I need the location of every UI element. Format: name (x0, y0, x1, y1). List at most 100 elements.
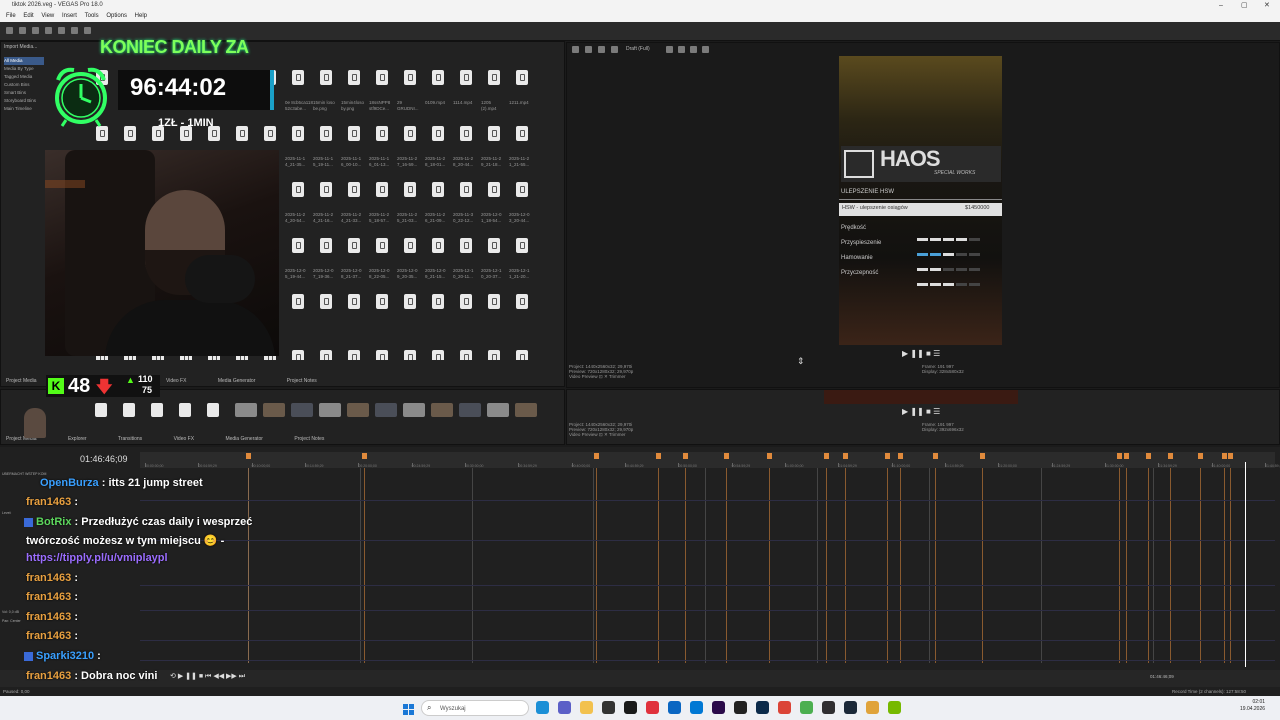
timeline-marker[interactable] (362, 453, 367, 459)
media-thumbnail[interactable] (460, 70, 472, 85)
chat-username[interactable]: fran1463 (26, 572, 71, 584)
strip-thumbnail[interactable] (263, 403, 285, 417)
pause-icon[interactable]: ❚❚ (910, 407, 923, 416)
loop-icon[interactable]: ⟲ (170, 673, 176, 680)
media-thumbnail[interactable] (460, 350, 472, 360)
media-thumbnail[interactable] (432, 126, 444, 141)
timeline-marker[interactable] (843, 453, 848, 459)
strip-thumbnail[interactable] (459, 403, 481, 417)
quality-dropdown[interactable]: Draft (Full) (626, 46, 650, 52)
media-thumbnail[interactable] (96, 126, 108, 141)
play-icon[interactable]: ▶ (902, 407, 908, 416)
timeline-marker[interactable] (1117, 453, 1122, 459)
timeline-marker[interactable] (1146, 453, 1151, 459)
media-thumbnail[interactable] (432, 182, 444, 197)
menu-options[interactable]: Options (106, 13, 127, 19)
split-icon[interactable] (585, 46, 592, 53)
media-thumbnail[interactable] (320, 350, 332, 360)
tab-project-media[interactable]: Project Media (6, 378, 37, 384)
media-thumbnail[interactable] (516, 182, 528, 197)
settings-icon[interactable] (572, 46, 579, 53)
chat-username[interactable]: fran1463 (26, 630, 71, 642)
tab-video-fx[interactable]: Video FX (166, 378, 186, 384)
media-thumbnail[interactable] (376, 126, 388, 141)
media-thumbnail[interactable] (460, 182, 472, 197)
vegas-icon[interactable] (624, 701, 637, 714)
mail-icon[interactable] (668, 701, 681, 714)
media-thumbnail[interactable] (320, 182, 332, 197)
media-thumbnail[interactable] (432, 294, 444, 309)
tree-item[interactable]: Tagged Media (4, 73, 44, 81)
save-icon[interactable] (32, 27, 39, 34)
media-thumbnail[interactable] (404, 70, 416, 85)
media-thumbnail[interactable] (320, 238, 332, 253)
menu-view[interactable]: View (41, 13, 54, 19)
media-thumbnail[interactable] (292, 70, 304, 85)
timeline-marker[interactable] (683, 453, 688, 459)
timeline-marker[interactable] (656, 453, 661, 459)
timeline-marker[interactable] (1124, 453, 1129, 459)
edge-icon[interactable] (536, 701, 549, 714)
obs-icon[interactable] (822, 701, 835, 714)
taskbar-search[interactable]: Wyszukaj (421, 700, 529, 716)
chat-username[interactable]: fran1463 (26, 670, 71, 682)
premiere-icon[interactable] (712, 701, 725, 714)
tab-project-notes-2[interactable]: Project Notes (294, 436, 324, 442)
timeline-marker[interactable] (1198, 453, 1203, 459)
timeline-marker[interactable] (594, 453, 599, 459)
menu-file[interactable]: File (6, 13, 16, 19)
tab-project-notes[interactable]: Project Notes (287, 378, 317, 384)
grid-icon[interactable] (666, 46, 673, 53)
media-thumbnail[interactable] (292, 182, 304, 197)
maximize-button[interactable]: ▢ (1241, 0, 1248, 11)
media-thumbnail[interactable] (432, 350, 444, 360)
media-thumbnail[interactable] (348, 294, 360, 309)
strip-thumbnail[interactable] (95, 403, 107, 417)
timeline-marker[interactable] (1168, 453, 1173, 459)
menu-help[interactable]: Help (135, 13, 147, 19)
copy-icon[interactable] (84, 27, 91, 34)
media-thumbnail[interactable] (488, 182, 500, 197)
strip-thumbnail[interactable] (431, 403, 453, 417)
media-thumbnail[interactable] (404, 126, 416, 141)
strip-thumbnail[interactable] (151, 403, 163, 417)
playhead[interactable] (1245, 462, 1246, 667)
github-icon[interactable] (734, 701, 747, 714)
next-icon[interactable]: ⏭ (239, 673, 245, 680)
tab-media-generator[interactable]: Media Generator (218, 378, 256, 384)
chat-username[interactable]: Sparki3210 (36, 650, 94, 662)
media-thumbnail[interactable] (432, 70, 444, 85)
strip-thumbnail[interactable] (319, 403, 341, 417)
strip-thumbnail[interactable] (235, 403, 257, 417)
media-thumbnail[interactable] (320, 126, 332, 141)
new-icon[interactable] (6, 27, 13, 34)
tree-item[interactable]: Media By Type (4, 65, 44, 73)
steam-icon[interactable] (844, 701, 857, 714)
tree-item[interactable]: Smart Bins (4, 89, 44, 97)
media-thumbnail[interactable] (124, 126, 136, 141)
strip-thumbnail[interactable] (347, 403, 369, 417)
strip-thumbnail[interactable] (403, 403, 425, 417)
chat-link[interactable]: https://tipply.pl/u/vmiplaypl (26, 552, 168, 564)
chat-username[interactable]: fran1463 (26, 496, 71, 508)
copy-snapshot-icon[interactable] (611, 46, 618, 53)
chrome-icon[interactable] (778, 701, 791, 714)
media-thumbnail[interactable] (376, 182, 388, 197)
media-thumbnail[interactable] (376, 70, 388, 85)
timeline-marker[interactable] (246, 453, 251, 459)
tab-explorer[interactable]: Explorer (68, 436, 87, 442)
media-thumbnail[interactable] (460, 294, 472, 309)
teams-icon[interactable] (558, 701, 571, 714)
explorer-icon[interactable] (580, 701, 593, 714)
stop-icon[interactable]: ■ (199, 673, 203, 680)
media-thumbnail[interactable] (264, 126, 276, 141)
media-thumbnail[interactable] (348, 126, 360, 141)
media-thumbnail[interactable] (488, 238, 500, 253)
media-thumbnail[interactable] (348, 350, 360, 360)
media-thumbnail[interactable] (376, 350, 388, 360)
nvidia-icon[interactable] (888, 701, 901, 714)
timeline-marker[interactable] (1228, 453, 1233, 459)
chat-username[interactable]: BotRix (36, 516, 71, 528)
media-thumbnail[interactable] (292, 294, 304, 309)
timeline-marker[interactable] (980, 453, 985, 459)
